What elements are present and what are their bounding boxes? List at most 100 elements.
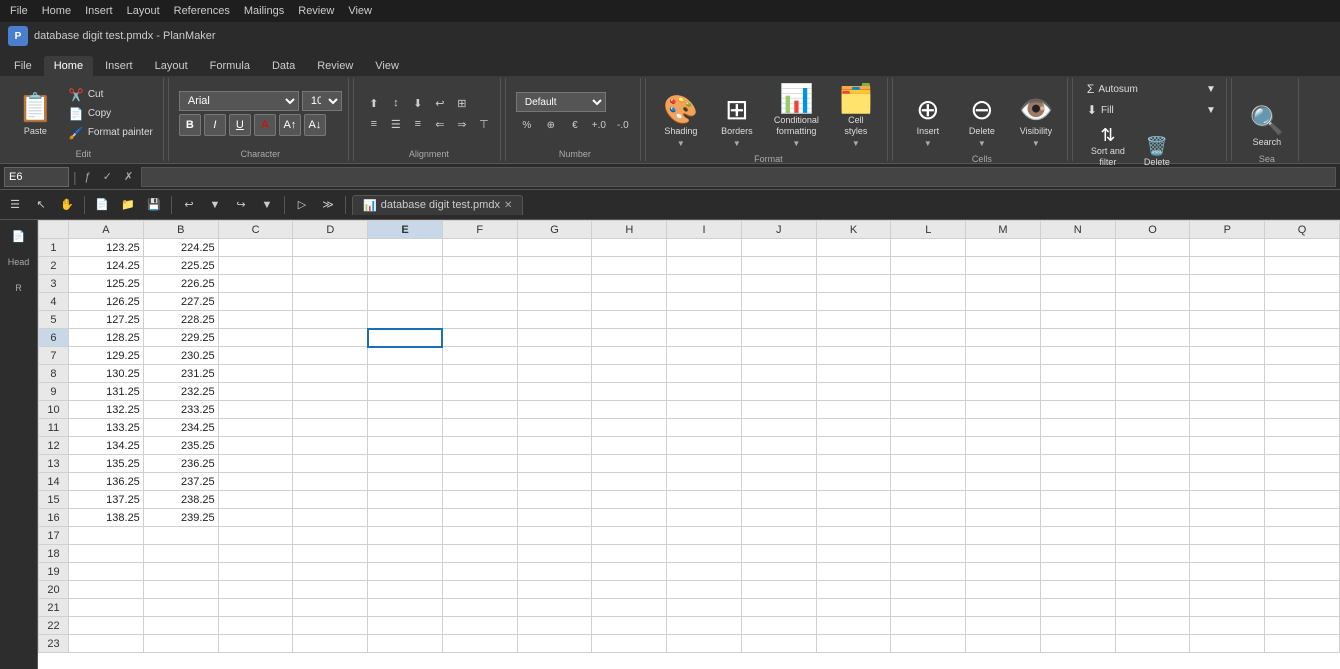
cell-K21[interactable] (816, 599, 891, 617)
row-header-8[interactable]: 8 (39, 365, 69, 383)
cell-H5[interactable] (592, 311, 667, 329)
cell-K5[interactable] (816, 311, 891, 329)
menu-file[interactable]: File (4, 3, 34, 19)
cell-B1[interactable]: 224.25 (143, 239, 218, 257)
cell-J8[interactable] (741, 365, 816, 383)
cell-H9[interactable] (592, 383, 667, 401)
cell-K2[interactable] (816, 257, 891, 275)
cell-Q22[interactable] (1265, 617, 1340, 635)
cell-P5[interactable] (1190, 311, 1265, 329)
cut-button[interactable]: ✂️ Cut (65, 86, 157, 104)
cell-C1[interactable] (218, 239, 293, 257)
cell-G16[interactable] (517, 509, 592, 527)
cell-Q13[interactable] (1265, 455, 1340, 473)
cell-G17[interactable] (517, 527, 592, 545)
row-header-14[interactable]: 14 (39, 473, 69, 491)
cell-H16[interactable] (592, 509, 667, 527)
doc-panel-btn-r[interactable]: R (4, 276, 34, 300)
italic-button[interactable]: I (204, 114, 226, 136)
cell-B8[interactable]: 231.25 (143, 365, 218, 383)
cell-L4[interactable] (891, 293, 966, 311)
cell-C18[interactable] (218, 545, 293, 563)
cell-E3[interactable] (368, 275, 443, 293)
row-header-9[interactable]: 9 (39, 383, 69, 401)
cell-Q14[interactable] (1265, 473, 1340, 491)
cell-F8[interactable] (442, 365, 517, 383)
cell-O16[interactable] (1115, 509, 1190, 527)
cell-H15[interactable] (592, 491, 667, 509)
font-color-button[interactable]: A (254, 114, 276, 136)
formula-confirm-button[interactable]: ✓ (99, 168, 116, 185)
cell-A18[interactable] (68, 545, 143, 563)
cell-O3[interactable] (1115, 275, 1190, 293)
cell-P12[interactable] (1190, 437, 1265, 455)
hand-mode-button[interactable]: ✋ (56, 194, 78, 216)
col-header-H[interactable]: H (592, 221, 667, 239)
cell-C17[interactable] (218, 527, 293, 545)
cell-N19[interactable] (1040, 563, 1115, 581)
cell-C22[interactable] (218, 617, 293, 635)
col-header-B[interactable]: B (143, 221, 218, 239)
merge-button[interactable]: ⊞ (452, 94, 472, 112)
align-bottom-button[interactable]: ⬇ (408, 94, 428, 112)
cell-E11[interactable] (368, 419, 443, 437)
cell-O4[interactable] (1115, 293, 1190, 311)
cell-J23[interactable] (741, 635, 816, 653)
tab-review[interactable]: Review (307, 56, 363, 76)
font-select[interactable]: Arial (179, 91, 299, 111)
col-header-P[interactable]: P (1190, 221, 1265, 239)
cell-P1[interactable] (1190, 239, 1265, 257)
cell-A6[interactable]: 128.25 (68, 329, 143, 347)
cell-A9[interactable]: 131.25 (68, 383, 143, 401)
cell-F10[interactable] (442, 401, 517, 419)
cell-Q17[interactable] (1265, 527, 1340, 545)
cell-B2[interactable]: 225.25 (143, 257, 218, 275)
cell-M7[interactable] (966, 347, 1041, 365)
cell-L14[interactable] (891, 473, 966, 491)
cell-D3[interactable] (293, 275, 368, 293)
align-center-button[interactable]: ☰ (386, 115, 406, 133)
row-header-4[interactable]: 4 (39, 293, 69, 311)
cell-M19[interactable] (966, 563, 1041, 581)
cell-B20[interactable] (143, 581, 218, 599)
cell-N13[interactable] (1040, 455, 1115, 473)
cell-I9[interactable] (667, 383, 742, 401)
cell-J12[interactable] (741, 437, 816, 455)
cell-F13[interactable] (442, 455, 517, 473)
cell-E5[interactable] (368, 311, 443, 329)
cell-G10[interactable] (517, 401, 592, 419)
cell-M2[interactable] (966, 257, 1041, 275)
insert-button[interactable]: ⊕ Insert ▼ (903, 80, 953, 152)
cell-Q12[interactable] (1265, 437, 1340, 455)
cell-P11[interactable] (1190, 419, 1265, 437)
cell-C19[interactable] (218, 563, 293, 581)
cell-G13[interactable] (517, 455, 592, 473)
cell-L19[interactable] (891, 563, 966, 581)
cell-P9[interactable] (1190, 383, 1265, 401)
cell-K11[interactable] (816, 419, 891, 437)
tab-view[interactable]: View (365, 56, 409, 76)
cell-M3[interactable] (966, 275, 1041, 293)
cell-G15[interactable] (517, 491, 592, 509)
cell-L18[interactable] (891, 545, 966, 563)
cell-B4[interactable]: 227.25 (143, 293, 218, 311)
cell-G23[interactable] (517, 635, 592, 653)
cell-C3[interactable] (218, 275, 293, 293)
cell-N8[interactable] (1040, 365, 1115, 383)
cell-E23[interactable] (368, 635, 443, 653)
menu-review[interactable]: Review (292, 3, 340, 19)
cell-D17[interactable] (293, 527, 368, 545)
cell-I19[interactable] (667, 563, 742, 581)
cell-L12[interactable] (891, 437, 966, 455)
cell-B10[interactable]: 233.25 (143, 401, 218, 419)
col-header-L[interactable]: L (891, 221, 966, 239)
font-size-select[interactable]: 10 (302, 91, 342, 111)
cell-D5[interactable] (293, 311, 368, 329)
cell-K16[interactable] (816, 509, 891, 527)
cell-E2[interactable] (368, 257, 443, 275)
cell-M18[interactable] (966, 545, 1041, 563)
decimal-inc-button[interactable]: +.0 (588, 115, 610, 135)
cell-B6[interactable]: 229.25 (143, 329, 218, 347)
col-header-K[interactable]: K (816, 221, 891, 239)
cell-P10[interactable] (1190, 401, 1265, 419)
